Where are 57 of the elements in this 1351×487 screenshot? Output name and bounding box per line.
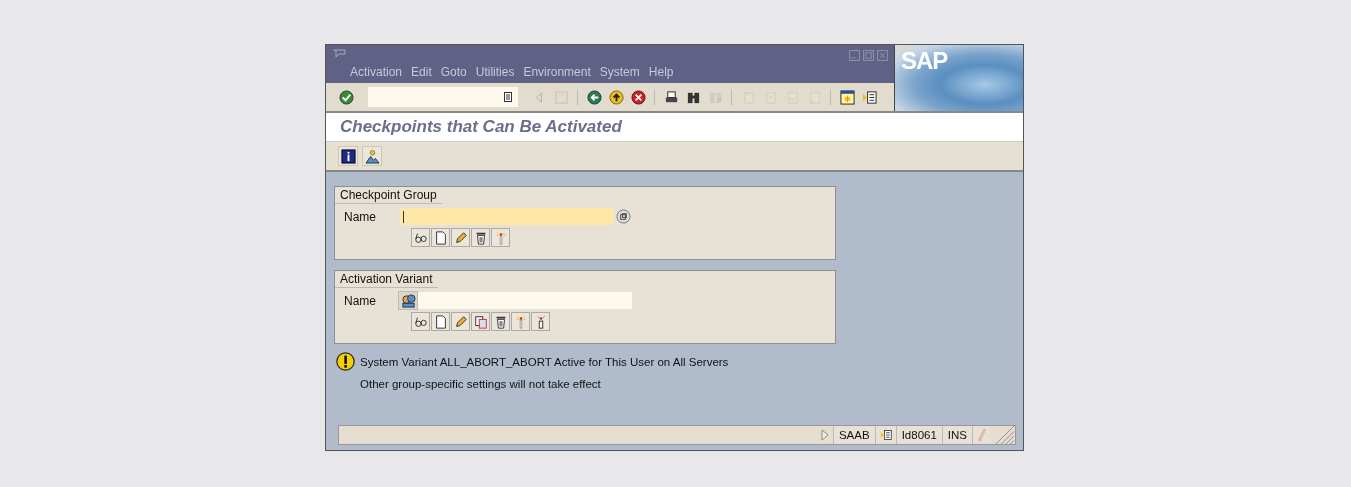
list-arrow-icon[interactable] xyxy=(861,89,877,105)
mountain-sun-button[interactable] xyxy=(362,146,382,166)
trash-button[interactable] xyxy=(471,228,490,247)
arrow-up-icon[interactable] xyxy=(608,89,624,105)
printer-icon[interactable] xyxy=(663,89,679,105)
server-name: Id8061 xyxy=(895,426,942,444)
copy-button[interactable] xyxy=(471,312,490,331)
menu-item[interactable]: Activation xyxy=(350,65,403,79)
toolbar-separator xyxy=(577,89,578,105)
field-label: Name xyxy=(344,209,377,224)
menu-item[interactable]: Edit xyxy=(411,65,432,79)
warning-icon xyxy=(336,352,355,371)
pencil-button[interactable] xyxy=(451,312,470,331)
variant-button[interactable] xyxy=(398,291,418,310)
pencil-button[interactable] xyxy=(451,228,470,247)
input-mode: INS xyxy=(941,426,972,444)
message-text: Other group-specific settings will not take effect xyxy=(360,377,602,391)
page-icon xyxy=(433,230,448,245)
glasses-button[interactable] xyxy=(411,312,430,331)
message-text: System Variant ALL_ABORT_ABORT Active for This User on All Servers xyxy=(360,355,729,369)
value-help-icon xyxy=(616,209,631,224)
cross-icon[interactable] xyxy=(630,89,646,105)
menu-item[interactable]: Utilities xyxy=(475,65,515,79)
group-title: Checkpoint Group xyxy=(335,187,452,204)
value-help-button[interactable] xyxy=(615,208,632,225)
pencil-icon xyxy=(453,230,468,245)
name-field[interactable] xyxy=(418,292,632,309)
info-icon xyxy=(340,148,356,164)
copy-icon xyxy=(473,314,488,329)
field-label: Name xyxy=(344,293,377,308)
list-icon[interactable] xyxy=(504,92,512,102)
system-name: SAAB xyxy=(832,426,875,444)
page-button[interactable] xyxy=(431,228,450,247)
trash-button[interactable] xyxy=(491,312,510,331)
menu-item[interactable]: Help xyxy=(648,65,674,79)
toolbar-separator xyxy=(654,89,655,105)
arrow-left-icon[interactable] xyxy=(586,89,602,105)
light-off-button[interactable] xyxy=(531,312,550,331)
toolbar-separator xyxy=(830,89,831,105)
people-icon xyxy=(400,293,416,308)
name-field[interactable] xyxy=(400,208,614,225)
page-icon xyxy=(433,314,448,329)
info-button[interactable] xyxy=(338,146,358,166)
menu-item[interactable]: System xyxy=(599,65,640,79)
screen-title: Checkpoints that Can Be Activated xyxy=(340,117,622,137)
group-title: Activation Variant xyxy=(335,271,448,288)
pencil-icon xyxy=(453,314,468,329)
page-button[interactable] xyxy=(431,312,450,331)
menu-item[interactable]: Environment xyxy=(523,65,591,79)
toolbar-separator xyxy=(731,89,732,105)
command-field[interactable] xyxy=(368,87,518,107)
triangle-right-icon[interactable] xyxy=(820,429,829,441)
sap-logo: SAP xyxy=(901,48,948,74)
glasses-button[interactable] xyxy=(411,228,430,247)
check-icon[interactable] xyxy=(338,89,354,105)
mountain-sun-icon xyxy=(364,148,380,164)
menu-item[interactable]: Goto xyxy=(440,65,467,79)
